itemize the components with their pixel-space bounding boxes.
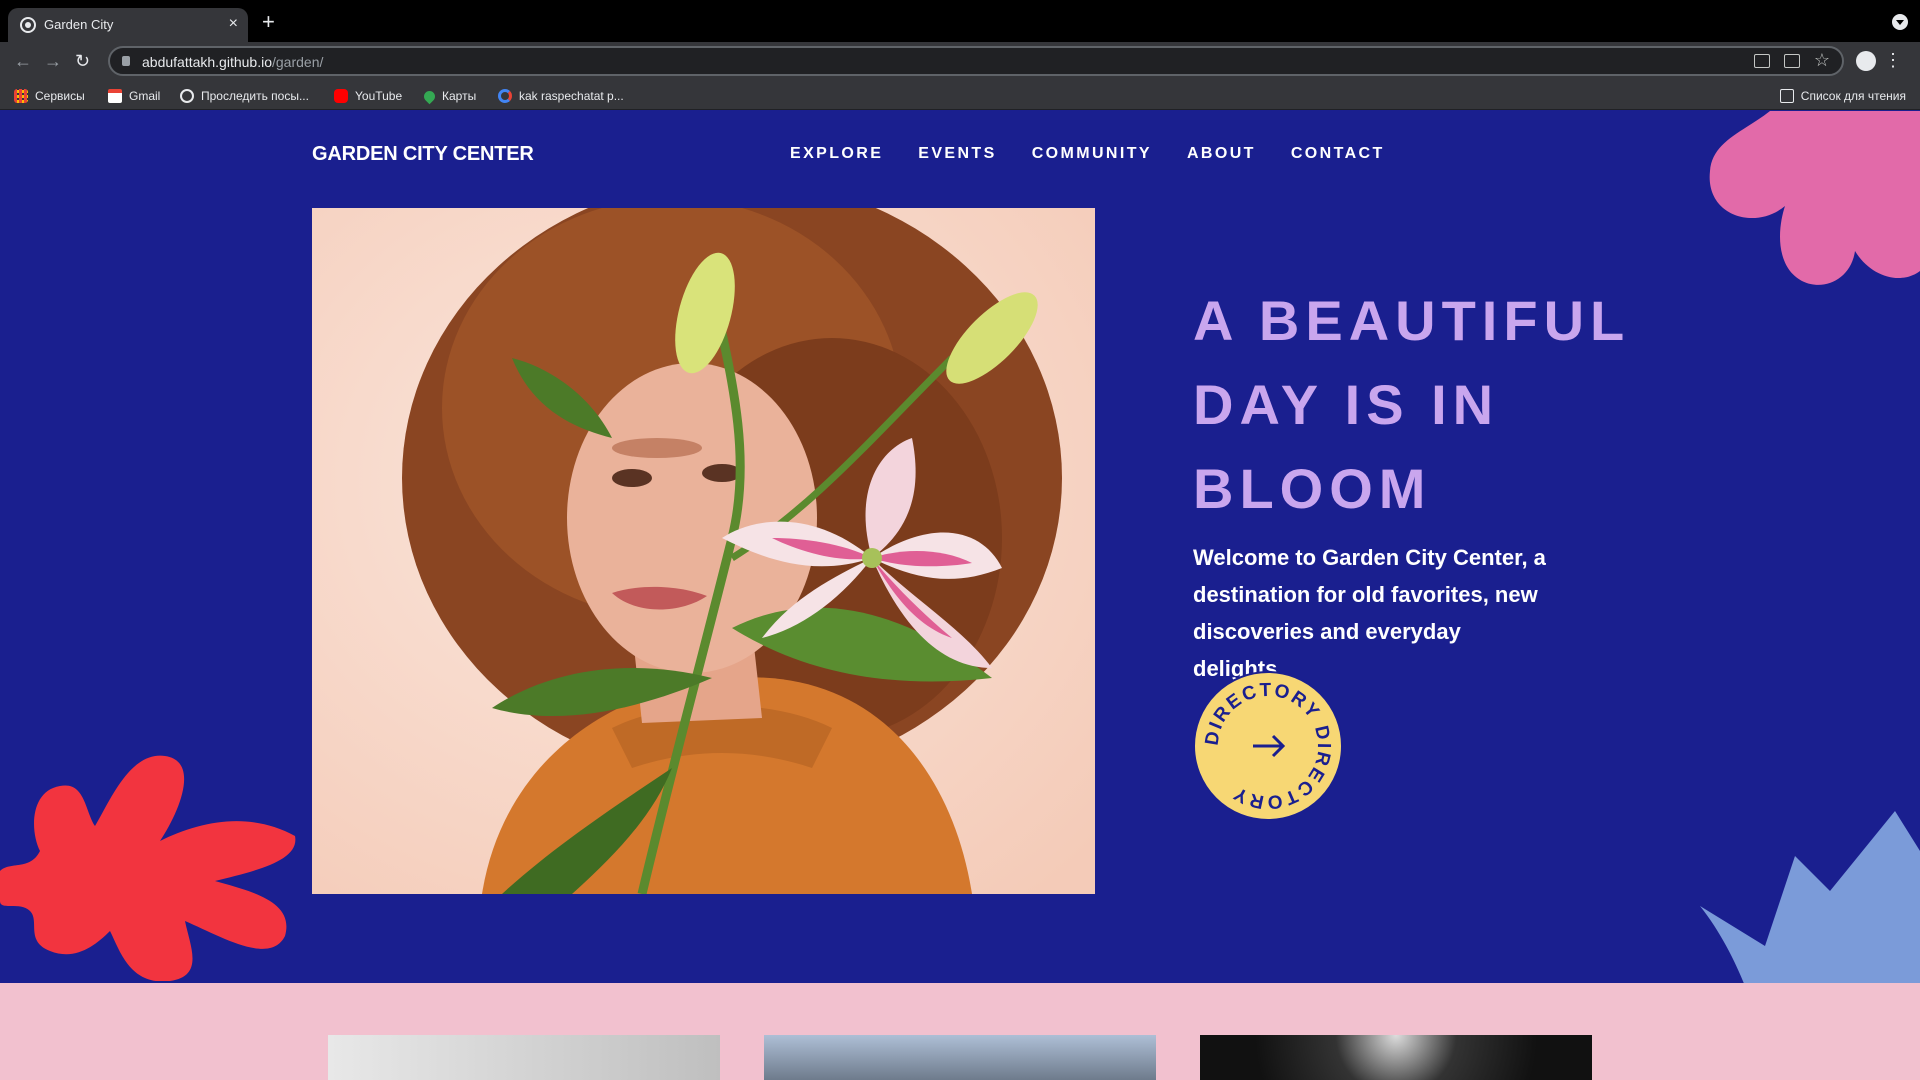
page-content: GARDEN CITY CENTER EXPLORE EVENTS COMMUN… bbox=[0, 111, 1920, 1080]
nav-about[interactable]: ABOUT bbox=[1187, 145, 1256, 163]
qr-code-icon[interactable] bbox=[1754, 54, 1770, 68]
feature-card-image[interactable] bbox=[1200, 1035, 1592, 1080]
reading-list-label: Список для чтения bbox=[1800, 89, 1906, 103]
feature-card-image[interactable] bbox=[328, 1035, 720, 1080]
profile-avatar-icon[interactable] bbox=[1856, 51, 1876, 71]
bookmark-google[interactable]: kak raspechatat p... bbox=[498, 88, 624, 104]
maps-icon bbox=[421, 88, 438, 104]
forward-icon[interactable]: → bbox=[44, 50, 62, 72]
new-tab-button[interactable]: + bbox=[262, 11, 275, 33]
browser-menu-icon[interactable]: ⋮ bbox=[1884, 50, 1902, 70]
bookmark-services[interactable]: Сервисы bbox=[14, 88, 85, 104]
blue-leaf-blob bbox=[1700, 811, 1920, 986]
reading-list-icon bbox=[1779, 89, 1794, 103]
site-logo[interactable]: GARDEN CITY CENTER bbox=[312, 143, 534, 166]
directory-button[interactable]: DIRECTORY DIRECTORY bbox=[1193, 671, 1343, 821]
main-navigation: EXPLORE EVENTS COMMUNITY ABOUT CONTACT bbox=[790, 145, 1385, 163]
translate-icon[interactable] bbox=[1784, 54, 1800, 68]
nav-events[interactable]: EVENTS bbox=[918, 145, 996, 163]
globe-icon bbox=[180, 89, 194, 103]
hero-image bbox=[312, 208, 1095, 894]
lock-icon bbox=[122, 56, 130, 66]
reload-icon[interactable]: ↻ bbox=[75, 50, 90, 72]
tab-close-button[interactable]: × bbox=[229, 15, 238, 33]
tab-search-icon[interactable] bbox=[1892, 14, 1908, 30]
url-host: abdufattakh.github.io bbox=[142, 54, 272, 70]
back-icon[interactable]: ← bbox=[14, 50, 32, 72]
bookmark-label: kak raspechatat p... bbox=[519, 89, 624, 103]
bookmark-tracking[interactable]: Проследить посы... bbox=[180, 88, 309, 104]
bookmark-label: Gmail bbox=[129, 89, 161, 103]
globe-icon bbox=[20, 17, 36, 33]
bookmark-youtube[interactable]: YouTube bbox=[334, 88, 402, 104]
bookmark-maps[interactable]: Карты bbox=[421, 88, 477, 104]
address-bar[interactable]: abdufattakh.github.io/garden/ ☆ bbox=[108, 46, 1844, 76]
gmail-icon bbox=[108, 89, 122, 103]
bookmark-star-icon[interactable]: ☆ bbox=[1814, 50, 1830, 71]
bookmark-label: YouTube bbox=[355, 89, 403, 103]
nav-community[interactable]: COMMUNITY bbox=[1032, 145, 1152, 163]
bookmark-gmail[interactable]: Gmail bbox=[108, 88, 160, 104]
bookmark-label: Сервисы bbox=[35, 89, 85, 103]
reading-list[interactable]: Список для чтения bbox=[1779, 88, 1906, 104]
hero-headline: A BEAUTIFUL DAY IS IN BLOOM bbox=[1193, 289, 1630, 520]
url-path: /garden/ bbox=[272, 54, 324, 70]
apps-icon bbox=[14, 89, 28, 103]
bookmarks-bar: Сервисы Gmail Проследить посы... YouTube… bbox=[0, 80, 1920, 110]
tab-title: Garden City bbox=[44, 17, 114, 32]
feature-card-image[interactable] bbox=[764, 1035, 1156, 1080]
nav-explore[interactable]: EXPLORE bbox=[790, 145, 883, 163]
browser-toolbar: ← → ↻ abdufattakh.github.io/garden/ ☆ ⋮ bbox=[0, 42, 1920, 80]
url-text[interactable]: abdufattakh.github.io/garden/ bbox=[142, 54, 323, 70]
youtube-icon bbox=[334, 89, 348, 103]
google-icon bbox=[498, 89, 512, 103]
browser-tab-strip: Garden City × + bbox=[0, 0, 1920, 42]
bookmark-label: Карты bbox=[442, 89, 477, 103]
bookmark-label: Проследить посы... bbox=[201, 89, 309, 103]
browser-tab[interactable]: Garden City × bbox=[8, 8, 248, 42]
red-splash-blob bbox=[0, 755, 296, 981]
nav-contact[interactable]: CONTACT bbox=[1291, 145, 1385, 163]
hero-welcome-text: Welcome to Garden City Center, a destina… bbox=[1193, 545, 1546, 681]
pink-flower-blob bbox=[1709, 111, 1920, 285]
